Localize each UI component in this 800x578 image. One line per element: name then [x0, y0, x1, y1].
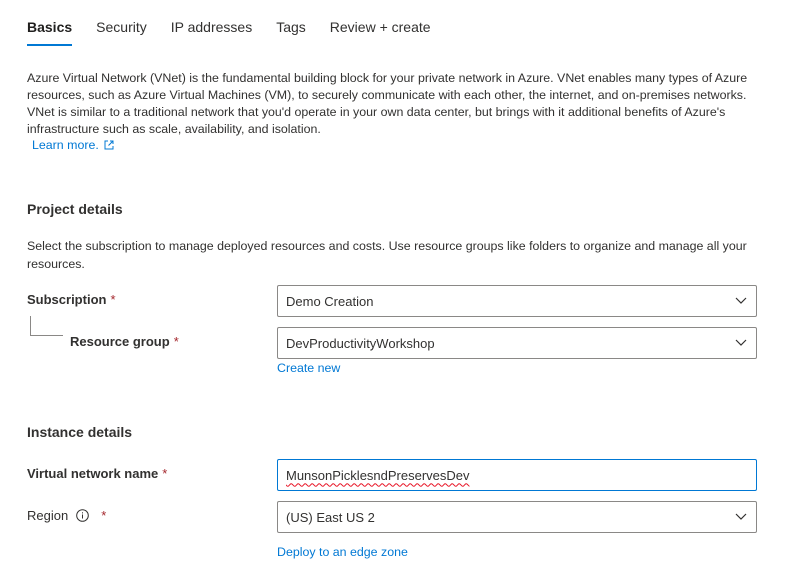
tab-security[interactable]: Security	[96, 0, 147, 50]
subscription-label: Subscription *	[27, 292, 116, 307]
tab-basics[interactable]: Basics	[27, 0, 73, 50]
required-marker: *	[173, 334, 179, 349]
create-new-link[interactable]: Create new	[277, 361, 340, 375]
region-value: (US) East US 2	[286, 509, 375, 525]
deploy-edge-zone-link[interactable]: Deploy to an edge zone	[277, 545, 408, 559]
chevron-down-icon	[726, 286, 756, 316]
subscription-dropdown[interactable]: Demo Creation	[277, 285, 757, 317]
region-dropdown[interactable]: (US) East US 2	[277, 501, 757, 533]
vnet-name-value: MunsonPicklesndPreservesDev	[286, 467, 470, 483]
learn-more-label: Learn more.	[32, 138, 99, 152]
intro-text: Azure Virtual Network (VNet) is the fund…	[27, 71, 748, 136]
project-details-heading: Project details	[27, 201, 123, 217]
required-marker: *	[110, 292, 116, 307]
instance-details-heading: Instance details	[27, 424, 133, 440]
resource-group-label-text: Resource group	[70, 334, 170, 349]
resource-group-dropdown[interactable]: DevProductivityWorkshop	[277, 327, 757, 359]
region-label: Region *	[27, 508, 106, 523]
learn-more-link[interactable]: Learn more.	[32, 138, 114, 152]
tab-tags[interactable]: Tags	[276, 0, 306, 50]
subscription-value: Demo Creation	[286, 293, 374, 309]
chevron-down-icon	[726, 502, 756, 532]
tab-review-create[interactable]: Review + create	[330, 0, 431, 50]
external-link-icon	[104, 140, 114, 150]
subscription-label-text: Subscription	[27, 292, 107, 307]
vnet-name-label: Virtual network name *	[27, 466, 167, 481]
info-icon[interactable]	[76, 509, 90, 522]
vnet-name-input[interactable]: MunsonPicklesndPreservesDev	[277, 459, 757, 491]
chevron-down-icon	[726, 328, 756, 358]
resource-group-label: Resource group *	[70, 334, 179, 349]
required-marker: *	[162, 466, 168, 481]
resource-group-value: DevProductivityWorkshop	[286, 335, 435, 351]
required-marker: *	[101, 508, 107, 523]
tab-ip-addresses[interactable]: IP addresses	[171, 0, 252, 50]
region-label-text: Region	[27, 508, 69, 523]
project-details-description: Select the subscription to manage deploy…	[27, 239, 747, 271]
vnet-name-label-text: Virtual network name	[27, 466, 159, 481]
create-vnet-page: Basics Security IP addresses Tags Review…	[0, 0, 800, 578]
tab-bar: Basics Security IP addresses Tags Review…	[27, 0, 455, 50]
tree-connector	[30, 316, 63, 336]
